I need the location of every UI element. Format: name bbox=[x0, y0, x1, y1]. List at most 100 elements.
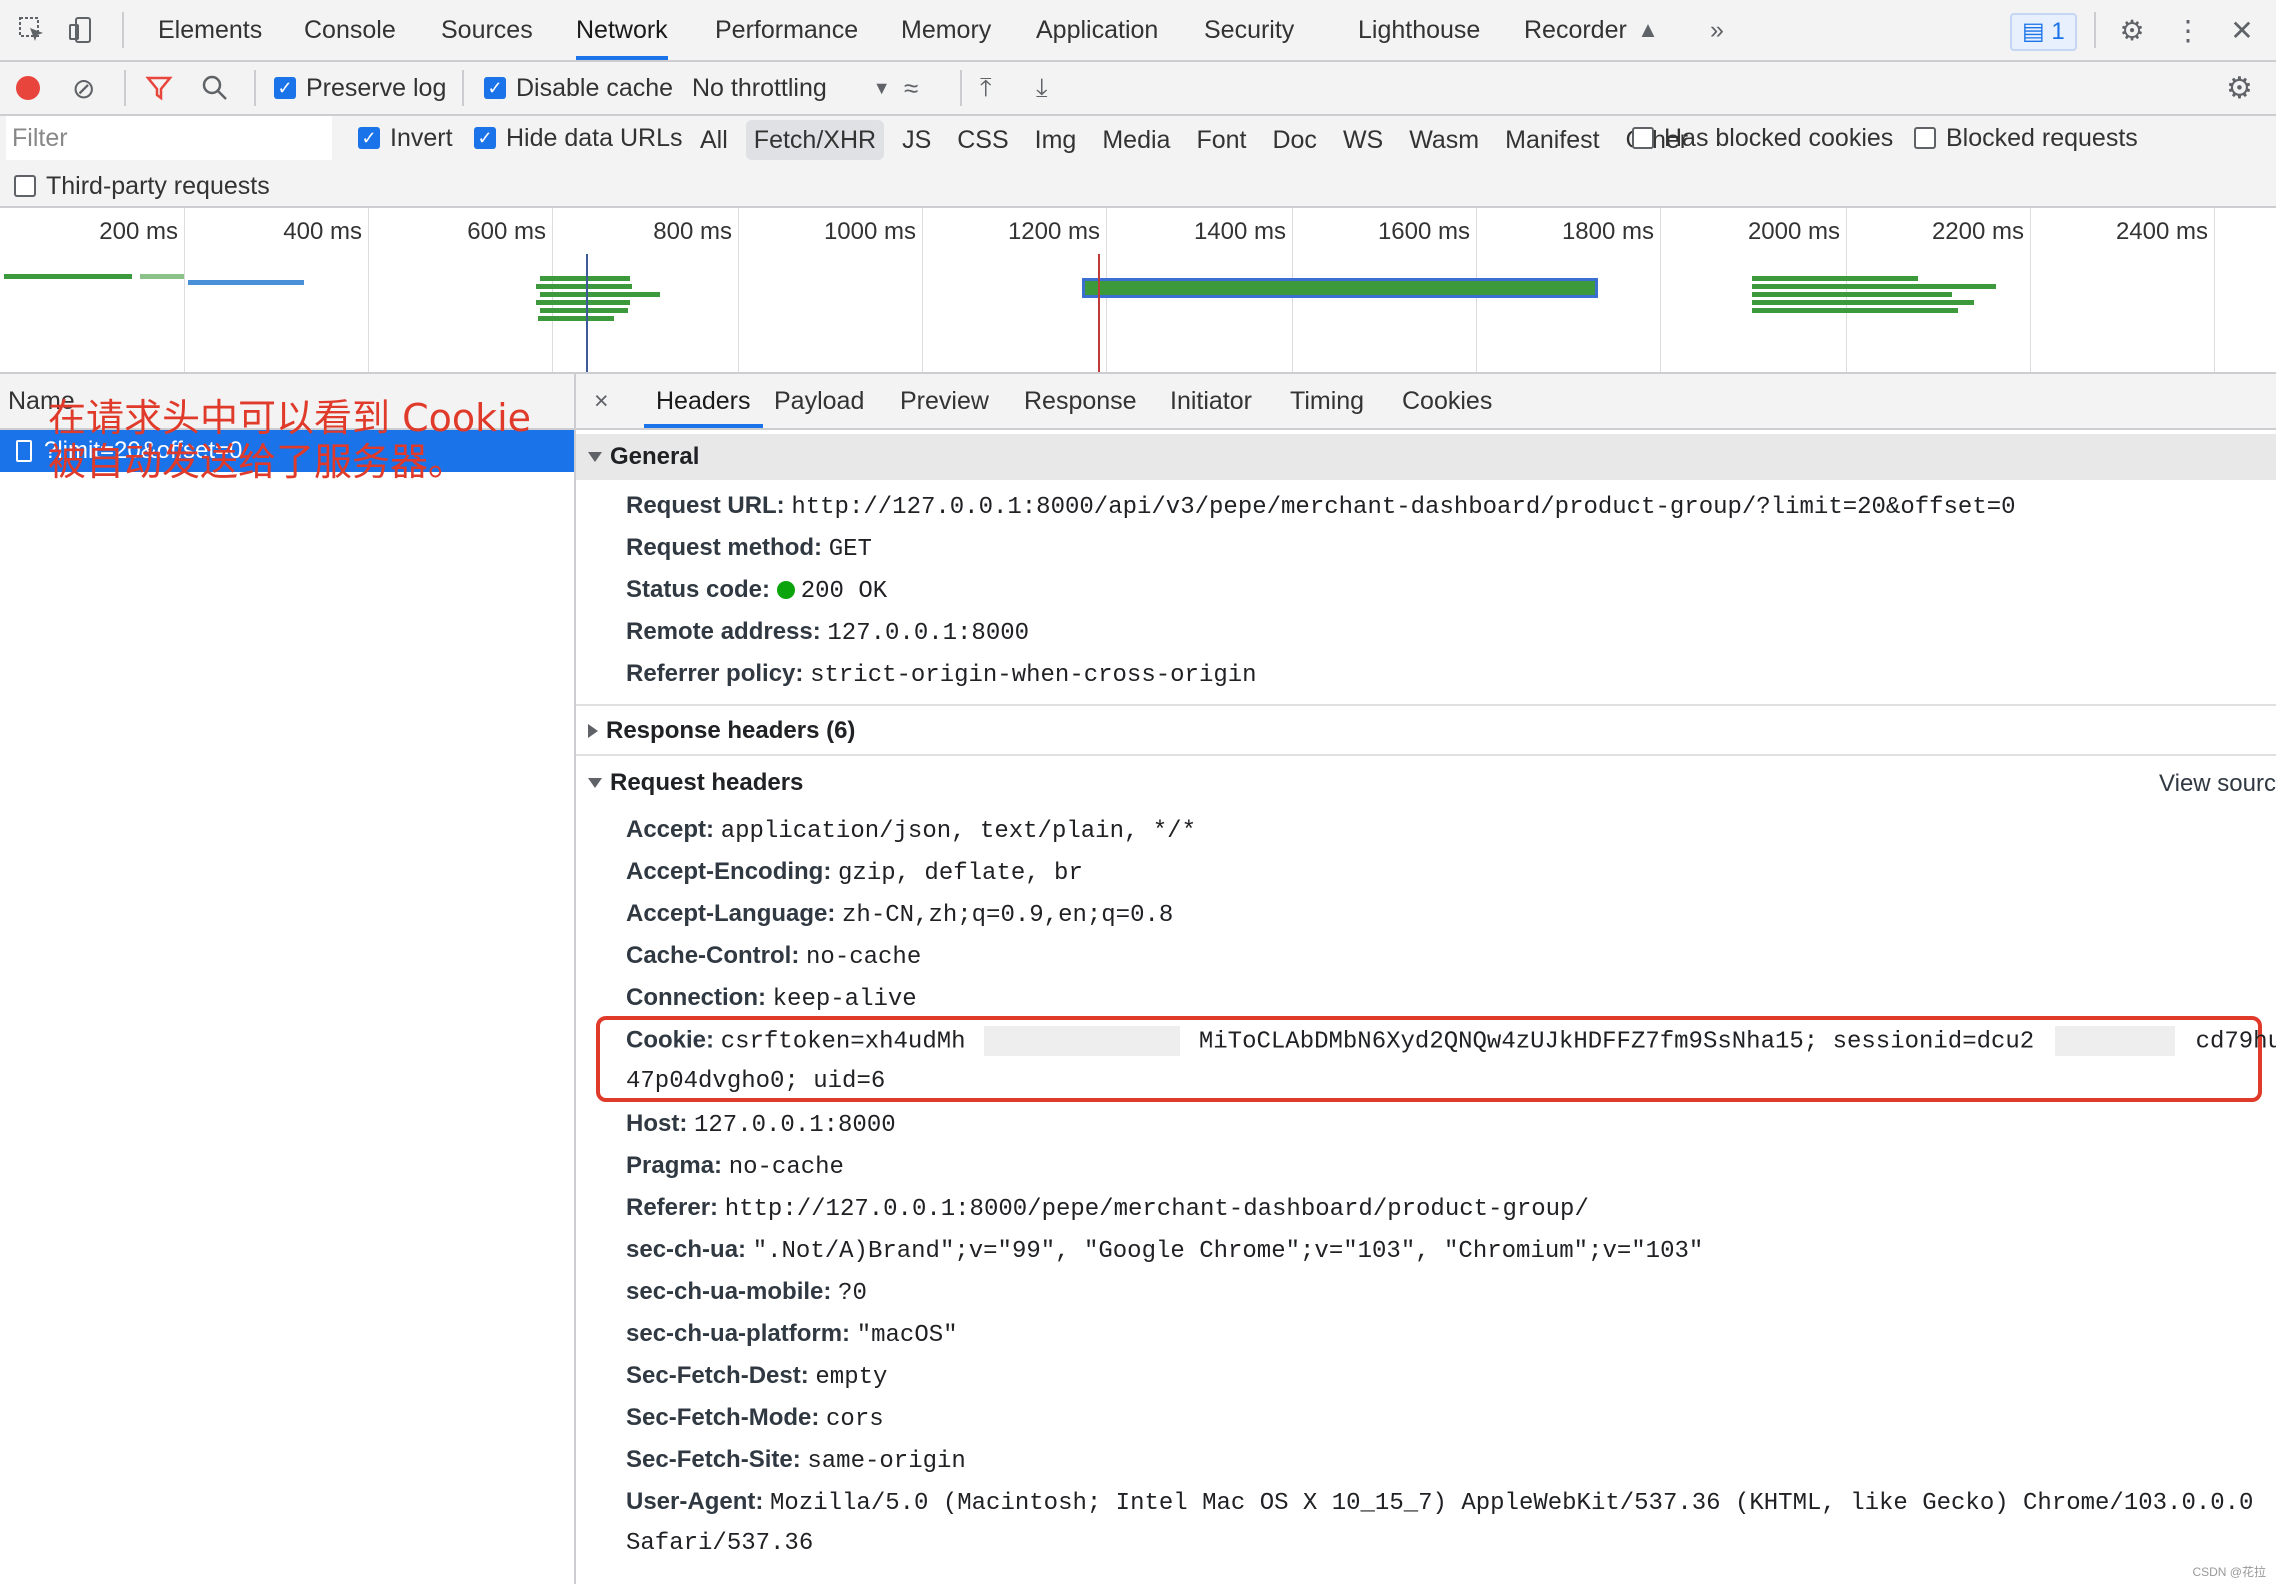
cookie-value-part: MiToCLAbDMbN6Xyd2QNQw4zUJkHDFFZ7fm9SsNha… bbox=[1198, 1028, 2035, 1056]
type-all[interactable]: All bbox=[692, 120, 736, 160]
has-blocked-cookies-checkbox[interactable]: Has blocked cookies bbox=[1632, 116, 1893, 160]
disable-cache-checkbox[interactable]: ✓ Disable cache bbox=[484, 62, 673, 114]
response-headers-section-header[interactable]: Response headers (6) bbox=[576, 708, 2276, 754]
request-header-row: sec-ch-ua: ".Not/A)Brand";v="99", "Googl… bbox=[626, 1236, 1703, 1265]
type-wasm[interactable]: Wasm bbox=[1401, 120, 1487, 160]
tab-performance[interactable]: Performance bbox=[715, 0, 858, 60]
network-settings-button[interactable]: ⚙ bbox=[2226, 62, 2253, 114]
expand-arrow-icon bbox=[588, 452, 602, 462]
type-ws[interactable]: WS bbox=[1335, 120, 1391, 160]
type-font[interactable]: Font bbox=[1188, 120, 1254, 160]
tick-label: 1400 ms bbox=[1193, 218, 1286, 245]
request-header-row: Cache-Control: no-cache bbox=[626, 942, 921, 971]
search-button[interactable] bbox=[200, 62, 230, 114]
filter-toggle-button[interactable] bbox=[144, 62, 174, 114]
blocked-requests-checkbox[interactable]: Blocked requests bbox=[1914, 116, 2138, 160]
tab-preview[interactable]: Preview bbox=[900, 374, 989, 428]
type-css[interactable]: CSS bbox=[949, 120, 1016, 160]
tab-elements[interactable]: Elements bbox=[158, 0, 262, 60]
header-key: Pragma: bbox=[626, 1152, 723, 1179]
checkbox-unchecked-icon bbox=[1914, 127, 1936, 149]
import-har-button[interactable]: ⤒ bbox=[980, 62, 992, 114]
type-media[interactable]: Media bbox=[1094, 120, 1178, 160]
network-overview-timeline[interactable]: 200 ms 400 ms 600 ms 800 ms 1000 ms 1200… bbox=[0, 208, 2276, 374]
dropdown-arrow-icon: ▼ bbox=[872, 77, 891, 98]
tab-console[interactable]: Console bbox=[304, 0, 396, 60]
throttling-select[interactable]: No throttling ▼ bbox=[692, 62, 891, 114]
type-img[interactable]: Img bbox=[1027, 120, 1085, 160]
export-har-button[interactable]: ⤓ bbox=[1036, 62, 1048, 114]
header-value: no-cache bbox=[728, 1154, 844, 1181]
tab-security[interactable]: Security bbox=[1204, 0, 1294, 60]
header-key: Cookie: bbox=[626, 1026, 715, 1054]
preserve-log-checkbox[interactable]: ✓ Preserve log bbox=[274, 62, 446, 114]
header-value: zh-CN,zh;q=0.9,en;q=0.8 bbox=[842, 902, 1174, 929]
view-source-link[interactable]: View sourc bbox=[2159, 770, 2276, 798]
tab-initiator[interactable]: Initiator bbox=[1170, 374, 1252, 428]
settings-gear-icon[interactable]: ⚙ bbox=[2112, 10, 2152, 50]
response-headers-title: Response headers (6) bbox=[606, 717, 856, 744]
general-title: General bbox=[610, 443, 700, 470]
close-devtools-icon[interactable]: ✕ bbox=[2222, 10, 2262, 50]
kebab-menu-icon[interactable]: ⋮ bbox=[2168, 10, 2208, 50]
issues-count: 1 bbox=[2051, 18, 2065, 45]
watermark: CSDN @花拉 bbox=[2192, 1565, 2266, 1579]
type-fetch-xhr[interactable]: Fetch/XHR bbox=[745, 120, 885, 160]
record-icon bbox=[16, 76, 40, 100]
tab-response[interactable]: Response bbox=[1024, 374, 1137, 428]
record-button[interactable] bbox=[16, 62, 40, 114]
third-party-checkbox[interactable]: Third-party requests bbox=[14, 164, 270, 208]
network-conditions-button[interactable]: ≈ bbox=[904, 62, 918, 114]
tab-memory[interactable]: Memory bbox=[901, 0, 991, 60]
tab-headers[interactable]: Headers bbox=[644, 374, 763, 428]
tab-recorder[interactable]: Recorder bbox=[1524, 0, 1627, 60]
tab-lighthouse[interactable]: Lighthouse bbox=[1358, 0, 1480, 60]
invert-checkbox[interactable]: ✓ Invert bbox=[358, 116, 453, 160]
header-key: sec-ch-ua-mobile: bbox=[626, 1278, 832, 1305]
header-key: Accept-Language: bbox=[626, 900, 836, 927]
tick-label: 1800 ms bbox=[1561, 218, 1654, 245]
request-headers-section-header[interactable]: Request headers bbox=[576, 760, 2276, 806]
tab-sources[interactable]: Sources bbox=[441, 0, 533, 60]
close-details-button[interactable]: × bbox=[594, 374, 609, 428]
devtools-tabbar: Elements Console Sources Network Perform… bbox=[0, 0, 2276, 62]
header-key: User-Agent: bbox=[626, 1488, 764, 1515]
request-header-row: Accept-Language: zh-CN,zh;q=0.9,en;q=0.8 bbox=[626, 900, 1173, 929]
header-value: no-cache bbox=[806, 944, 922, 971]
tab-application[interactable]: Application bbox=[1036, 0, 1158, 60]
tab-cookies[interactable]: Cookies bbox=[1402, 374, 1492, 428]
expand-arrow-icon bbox=[588, 778, 602, 788]
hide-data-urls-checkbox[interactable]: ✓ Hide data URLs bbox=[474, 116, 682, 160]
filter-icon bbox=[145, 76, 173, 101]
device-toolbar-icon[interactable] bbox=[62, 10, 102, 50]
type-doc[interactable]: Doc bbox=[1264, 120, 1324, 160]
request-list-pane: Name ?limit=20&offset=0 bbox=[0, 374, 576, 1584]
inspect-element-icon[interactable] bbox=[12, 10, 52, 50]
general-row: Request method: GET bbox=[626, 534, 872, 563]
third-party-label: Third-party requests bbox=[46, 171, 270, 200]
type-manifest[interactable]: Manifest bbox=[1497, 120, 1607, 160]
header-value: cors bbox=[826, 1406, 884, 1433]
user-agent-continued: Safari/537.36 bbox=[626, 1528, 813, 1557]
details-tabbar: × Headers Payload Preview Response Initi… bbox=[576, 374, 2276, 430]
issues-badge[interactable]: ▤ 1 bbox=[2010, 13, 2077, 51]
type-js[interactable]: JS bbox=[894, 120, 939, 160]
request-details-pane: × Headers Payload Preview Response Initi… bbox=[576, 374, 2276, 1584]
collapse-arrow-icon bbox=[588, 724, 598, 738]
tab-network[interactable]: Network bbox=[576, 0, 668, 60]
request-header-row: sec-ch-ua-platform: "macOS" bbox=[626, 1320, 958, 1349]
general-section-header[interactable]: General bbox=[576, 434, 2276, 480]
filter-input[interactable]: Filter bbox=[6, 116, 332, 160]
type-filter-group: All Fetch/XHR JS CSS Img Media Font Doc … bbox=[692, 118, 1696, 162]
tick-label: 2400 ms bbox=[2115, 218, 2208, 245]
header-value: same-origin bbox=[807, 1448, 966, 1475]
header-key: Request method: bbox=[626, 534, 823, 561]
tab-timing[interactable]: Timing bbox=[1290, 374, 1364, 428]
clear-button[interactable]: ⊘ bbox=[72, 62, 95, 114]
more-tabs-button[interactable]: » bbox=[1710, 0, 1724, 60]
checkbox-checked-icon: ✓ bbox=[358, 127, 380, 149]
filter-placeholder: Filter bbox=[12, 123, 68, 152]
clear-icon: ⊘ bbox=[72, 72, 96, 104]
tick-label: 400 ms bbox=[283, 218, 362, 245]
tab-payload[interactable]: Payload bbox=[774, 374, 864, 428]
